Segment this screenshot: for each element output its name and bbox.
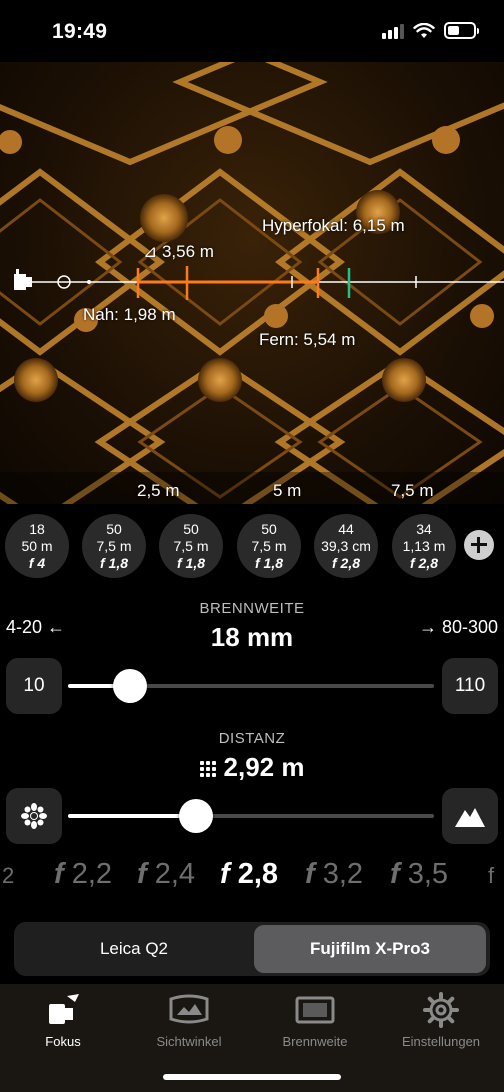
grid-dots-icon	[199, 761, 216, 778]
tab-label: Fokus	[45, 1034, 81, 1049]
preset-distance: 7,5 m	[251, 537, 287, 554]
preset-aperture: f 1,8	[176, 554, 206, 571]
preset-distance: 39,3 cm	[321, 537, 371, 554]
preset-distance: 7,5 m	[96, 537, 132, 554]
distance-value-row: 2,92 m	[0, 752, 504, 783]
focal-max-button[interactable]: 110	[442, 658, 498, 714]
preset-distance: 1,13 m	[402, 537, 446, 554]
preset-aperture: f 2,8	[409, 554, 439, 571]
camera-selector: Leica Q2 Fujifilm X-Pro3	[14, 922, 490, 976]
scale-label: 2,5 m	[137, 481, 180, 500]
preset-aperture: f 2,8	[331, 554, 361, 571]
distance-slider-thumb[interactable]	[179, 799, 214, 833]
distance-value: 2,92 m	[223, 752, 305, 782]
battery-icon	[444, 22, 479, 39]
camera-option-leica[interactable]: Leica Q2	[17, 925, 251, 973]
status-icons	[382, 22, 479, 39]
aperture-option[interactable]: f 2,2	[54, 858, 112, 891]
scale-label: 7,5 m	[391, 481, 434, 500]
field-of-view-icon	[169, 994, 209, 1024]
preset-aperture: f 4	[28, 554, 46, 571]
home-indicator	[163, 1074, 341, 1080]
depth-delta-label: ⊿ 3,56 m	[143, 242, 214, 261]
preset-focal: 50	[106, 520, 122, 537]
tab-label: Sichtwinkel	[156, 1034, 222, 1049]
preset-aperture: f 1,8	[99, 554, 129, 571]
preset-item[interactable]: 34 1,13 m f 2,8	[392, 514, 456, 578]
infinity-mountain-button[interactable]	[442, 788, 498, 844]
camera-preview: Hyperfokal: 6,15 m ⊿ 3,56 m Nah: 1,98 m …	[0, 62, 504, 504]
preset-item[interactable]: 18 50 m f 4	[5, 514, 69, 578]
preset-focal: 44	[338, 520, 354, 537]
preset-item[interactable]: 50 7,5 m f 1,8	[159, 514, 223, 578]
status-time: 19:49	[52, 20, 108, 43]
preset-focal: 50	[261, 520, 277, 537]
tab-label: Einstellungen	[401, 1034, 481, 1049]
focal-min-button[interactable]: 10	[6, 658, 62, 714]
flower-icon	[21, 803, 47, 829]
tab-label: Brennweite	[282, 1034, 348, 1049]
focus-camera-icon	[49, 994, 79, 1024]
preset-focal: 18	[29, 520, 45, 537]
focal-frame-icon	[295, 996, 335, 1024]
macro-flower-button[interactable]	[6, 788, 62, 844]
scale-label: 5 m	[273, 481, 302, 500]
aperture-picker[interactable]: 2 f 2,2 f 2,4 f 2,8 f 3,2 f 3,5 f	[0, 858, 504, 898]
aperture-option[interactable]: f 3,2	[305, 858, 363, 891]
preset-item[interactable]: 44 39,3 cm f 2,8	[314, 514, 378, 578]
focal-slider-thumb[interactable]	[113, 669, 148, 703]
aperture-option-selected[interactable]: f 2,8	[220, 858, 278, 891]
tab-sichtwinkel[interactable]: Sichtwinkel	[126, 990, 252, 1049]
camera-position-icon	[14, 269, 32, 290]
near-limit-label: Nah: 1,98 m	[83, 305, 176, 324]
hyperfocal-label: Hyperfokal: 6,15 m	[262, 216, 405, 235]
mountain-icon	[455, 808, 485, 827]
distance-slider[interactable]	[68, 814, 434, 818]
preset-focal: 34	[416, 520, 432, 537]
tab-brennweite[interactable]: Brennweite	[252, 990, 378, 1049]
preset-distance: 7,5 m	[173, 537, 209, 554]
distance-heading: DISTANZ	[218, 730, 286, 747]
status-bar: 19:49	[0, 0, 504, 62]
add-preset-button[interactable]	[464, 530, 494, 560]
tab-einstellungen[interactable]: Einstellungen	[378, 990, 504, 1049]
camera-option-fujifilm[interactable]: Fujifilm X-Pro3	[254, 925, 486, 973]
tab-fokus[interactable]: Fokus	[0, 990, 126, 1049]
gear-icon	[423, 992, 459, 1028]
preset-aperture: f 1,8	[254, 554, 284, 571]
distance-slider-fill	[68, 814, 197, 818]
preset-item[interactable]: 50 7,5 m f 1,8	[237, 514, 301, 578]
preset-focal: 50	[183, 520, 199, 537]
far-limit-label: Fern: 5,54 m	[259, 330, 356, 349]
cellular-signal-icon	[382, 23, 404, 39]
preset-distance: 50 m	[21, 537, 53, 554]
focal-length-value: 18 mm	[210, 622, 294, 652]
preset-item[interactable]: 50 7,5 m f 1,8	[82, 514, 146, 578]
aperture-option[interactable]: f 2,4	[137, 858, 195, 891]
wifi-icon	[413, 22, 435, 38]
aperture-option[interactable]: f 3,5	[390, 858, 448, 891]
depth-of-field-scale	[14, 266, 504, 300]
aperture-option[interactable]: f	[488, 858, 494, 891]
aperture-option[interactable]: 2	[2, 858, 14, 891]
preset-list: 18 50 m f 4 50 7,5 m f 1,8 50 7,5 m f 1,…	[0, 512, 504, 580]
focal-length-heading: BRENNWEITE	[199, 600, 305, 617]
